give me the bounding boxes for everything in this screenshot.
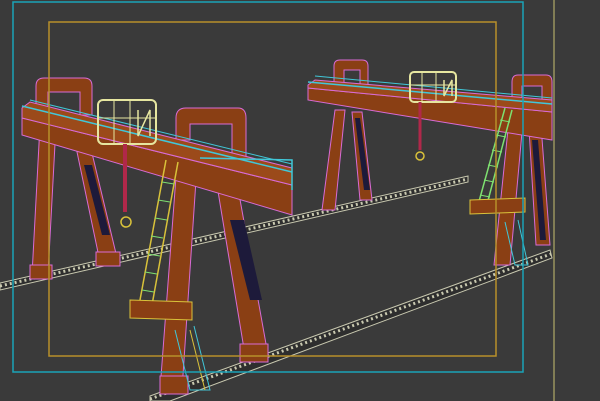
crane-front-foot-3 [159, 375, 189, 395]
crane-front-foot-2 [95, 251, 121, 267]
3d-viewport[interactable] [0, 0, 600, 401]
crane-front-foot-4 [239, 343, 269, 363]
crane-front-platform [129, 299, 193, 321]
viewport-scene [0, 0, 600, 401]
crane-back-platform [469, 197, 526, 215]
